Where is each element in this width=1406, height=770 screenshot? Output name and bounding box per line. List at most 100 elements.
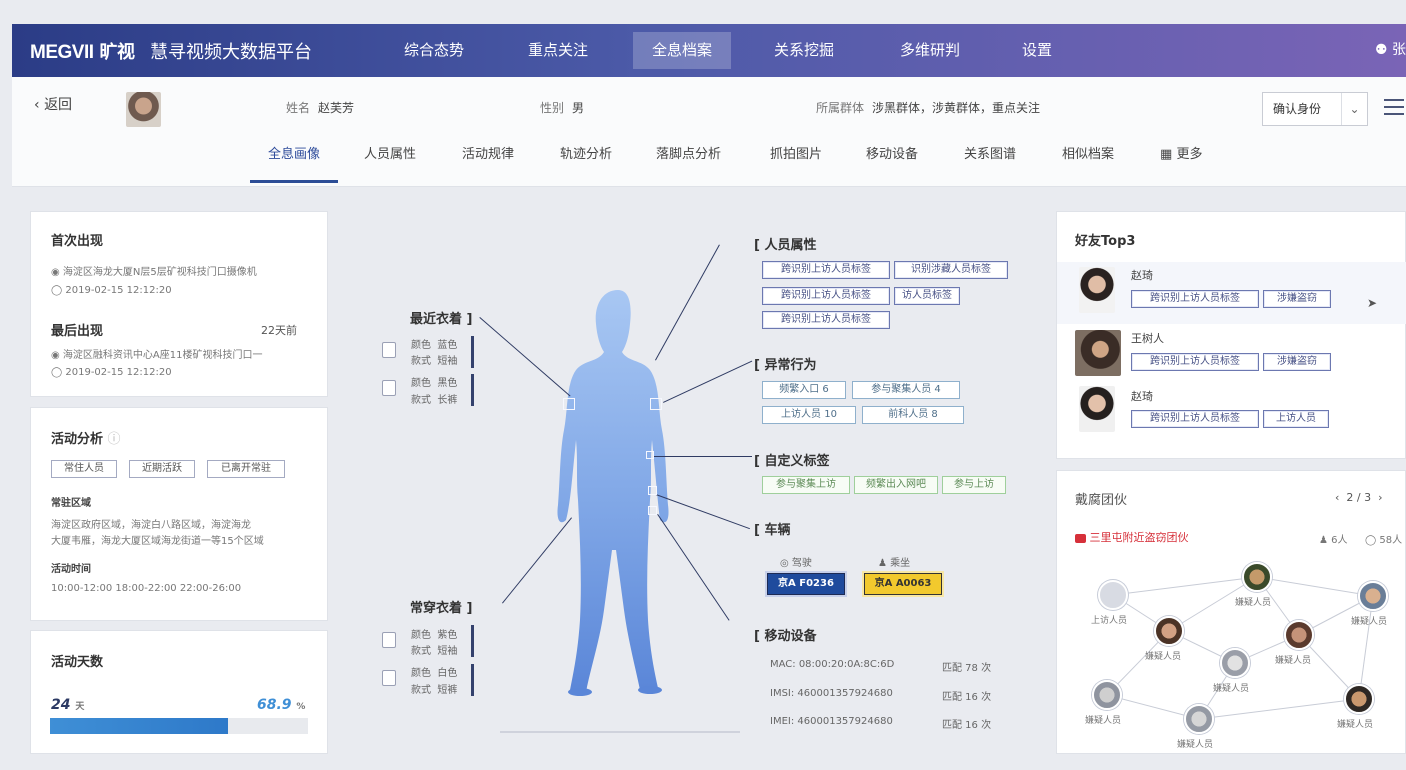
shirt-icon bbox=[382, 632, 396, 648]
device-id: IMSI: 460001357924680 bbox=[770, 688, 893, 699]
divider bbox=[471, 336, 474, 368]
device-match: 匹配 16 次 bbox=[942, 692, 992, 703]
friends-panel: 好友Top3 赵琦 跨识别上访人员标签 涉嫌盗窃 ➤ 王树人 跨识别上访人员标签… bbox=[1056, 211, 1406, 459]
nav-overview[interactable]: 综合态势 bbox=[386, 24, 482, 77]
back-button[interactable]: ‹ 返回 bbox=[34, 94, 72, 114]
ratio-unit: % bbox=[296, 702, 306, 712]
style-value: 短裤 bbox=[437, 685, 458, 696]
user-icon: ⚉ bbox=[1374, 42, 1388, 58]
group-name-text: 三里屯附近盗窃团伙 bbox=[1089, 531, 1189, 544]
steering-wheel-icon: ◎ bbox=[780, 558, 789, 569]
nav-profile[interactable]: 全息档案 bbox=[633, 32, 731, 69]
friend-tag: 跨识别上访人员标签 bbox=[1131, 353, 1259, 371]
app-title: 慧寻视频大数据平台 bbox=[150, 42, 312, 63]
plate-blue[interactable]: 京A F0236 bbox=[767, 573, 845, 595]
human-silhouette bbox=[500, 290, 740, 733]
divider bbox=[471, 625, 474, 657]
tab-foothold[interactable]: 落脚点分析 bbox=[656, 143, 721, 162]
node-label: 嫌疑人员 bbox=[1337, 720, 1374, 730]
connector-line bbox=[654, 456, 752, 457]
tab-trajectory[interactable]: 轨迹分析 bbox=[560, 143, 612, 162]
device-match: 匹配 16 次 bbox=[942, 720, 992, 731]
friends-title: 好友Top3 bbox=[1075, 234, 1136, 249]
tab-similar-profiles[interactable]: 相似档案 bbox=[1062, 143, 1114, 162]
first-time-text: 2019-02-15 12:12:20 bbox=[65, 285, 172, 296]
driver-label: ◎ 驾驶 bbox=[780, 554, 812, 569]
friend-tag: 涉嫌盗窃 bbox=[1263, 290, 1331, 308]
gender-label: 性别 bbox=[540, 101, 565, 115]
info-icon[interactable]: ⓘ bbox=[108, 432, 121, 447]
friend-avatar bbox=[1075, 330, 1121, 376]
plate-yellow[interactable]: 京A A0063 bbox=[864, 573, 942, 595]
friend-name: 赵琦 bbox=[1131, 390, 1153, 403]
chevron-left-icon[interactable]: ‹ bbox=[1335, 491, 1339, 504]
tab-overview-portrait[interactable]: 全息画像 bbox=[268, 143, 320, 162]
tab-mobile-devices[interactable]: 移动设备 bbox=[866, 143, 918, 162]
divider bbox=[471, 374, 474, 406]
network-node[interactable] bbox=[1092, 680, 1122, 710]
friend-tag: 跨识别上访人员标签 bbox=[1131, 410, 1259, 428]
nav-settings[interactable]: 设置 bbox=[994, 24, 1080, 77]
confirm-label: 确认身份 bbox=[1273, 102, 1322, 116]
network-node[interactable] bbox=[1344, 684, 1374, 714]
style-label: 款式 bbox=[411, 685, 431, 696]
tab-snapshots[interactable]: 抓拍图片 bbox=[770, 143, 822, 162]
friend-tag: 上访人员 bbox=[1263, 410, 1329, 428]
chevron-down-icon[interactable]: ⌄ bbox=[1341, 93, 1367, 125]
appearance-panel: 首次出现 ◉ 海淀区海龙大厦N层5层矿视科技门口摄像机 ◯ 2019-02-15… bbox=[30, 211, 328, 397]
custom-tag: 参与上访 bbox=[942, 476, 1006, 494]
custom-tag: 频繁出入网吧 bbox=[854, 476, 938, 494]
network-node[interactable] bbox=[1098, 580, 1128, 610]
pager[interactable]: ‹ 2 / 3 › bbox=[1335, 491, 1383, 504]
user-menu[interactable]: ⚉ 张 bbox=[1375, 39, 1406, 59]
menu-icon[interactable] bbox=[1384, 99, 1404, 117]
chevron-right-icon[interactable]: › bbox=[1378, 491, 1382, 504]
tab-attributes[interactable]: 人员属性 bbox=[364, 143, 416, 162]
group-name[interactable]: 三里屯附近盗窃团伙 bbox=[1075, 529, 1189, 545]
network-node[interactable] bbox=[1284, 620, 1314, 650]
days-value: 24 bbox=[51, 697, 71, 713]
network-node[interactable] bbox=[1154, 616, 1184, 646]
color-label: 颜色 bbox=[411, 378, 431, 389]
network-node[interactable] bbox=[1242, 562, 1272, 592]
color-label: 颜色 bbox=[411, 630, 431, 641]
custom-tags-label: [ 自定义标签 bbox=[754, 454, 830, 469]
vehicle-label: [ 车辆 bbox=[754, 523, 791, 538]
nav-focus[interactable]: 重点关注 bbox=[510, 24, 606, 77]
cursor-icon: ➤ bbox=[1367, 296, 1378, 310]
nav-analysis[interactable]: 多维研判 bbox=[882, 24, 978, 77]
tab-more[interactable]: ▦ 更多 bbox=[1160, 143, 1202, 162]
tab-relation-graph[interactable]: 关系图谱 bbox=[964, 143, 1016, 162]
often-top-style: 款式 短袖 bbox=[411, 642, 457, 657]
network-node[interactable] bbox=[1184, 704, 1214, 734]
friend-tag: 跨识别上访人员标签 bbox=[1131, 290, 1259, 308]
network-node[interactable] bbox=[1220, 648, 1250, 678]
node-label: 嫌疑人员 bbox=[1213, 684, 1250, 694]
confirm-identity-button[interactable]: 确认身份 ⌄ bbox=[1262, 92, 1368, 126]
top-navigation-bar: MEGVII 旷视 慧寻视频大数据平台 综合态势 重点关注 全息档案 关系挖掘 多… bbox=[12, 24, 1406, 77]
network-node[interactable] bbox=[1358, 581, 1388, 611]
tab-activity[interactable]: 活动规律 bbox=[462, 143, 514, 162]
group-members: ♟ 6人 bbox=[1319, 535, 1348, 546]
nav-relations[interactable]: 关系挖掘 bbox=[756, 24, 852, 77]
style-label: 款式 bbox=[411, 395, 431, 406]
profile-header: ‹ 返回 姓名 赵芙芳 性别男 所属群体 涉黑群体，涉黄群体，重点关注 确认身份 ⌄ … bbox=[12, 77, 1406, 187]
pants-icon bbox=[382, 670, 396, 686]
days-unit: 天 bbox=[75, 702, 85, 712]
node-label: 嫌疑人员 bbox=[1275, 656, 1312, 666]
recent-clothing-label: 最近衣着 ] bbox=[410, 312, 473, 327]
friend-name: 赵琦 bbox=[1131, 269, 1153, 282]
group-icon bbox=[1075, 533, 1086, 543]
days-count: 24 天 bbox=[51, 697, 84, 713]
style-value: 短袖 bbox=[437, 356, 458, 367]
gang-network-panel: 戴腐团伙 ‹ 2 / 3 › 三里屯附近盗窃团伙 ♟ 6人 ◯ 58人 上访人员… bbox=[1056, 470, 1406, 754]
style-label: 款式 bbox=[411, 646, 431, 657]
logo-cn-text: 旷视 bbox=[99, 42, 136, 62]
location-pin-icon: ◉ bbox=[51, 267, 63, 278]
last-appearance-title: 最后出现 bbox=[51, 324, 104, 339]
node-label: 上访人员 bbox=[1091, 616, 1128, 626]
passenger-label: ♟ 乘坐 bbox=[878, 554, 910, 569]
often-bottom-style: 款式 短裤 bbox=[411, 681, 457, 696]
last-time: ◯ 2019-02-15 12:12:20 bbox=[51, 367, 172, 378]
vehicle-text: 车辆 bbox=[764, 523, 791, 538]
